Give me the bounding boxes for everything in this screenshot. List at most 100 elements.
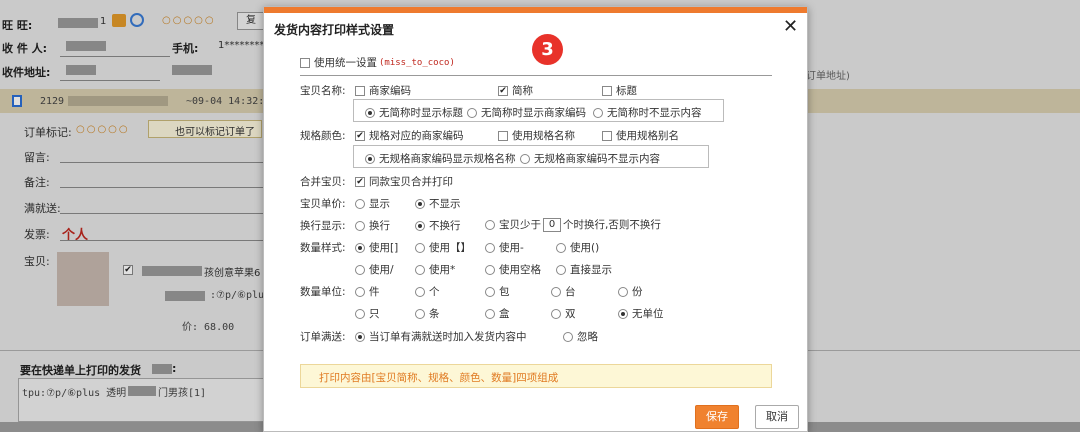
option-label: 标题 xyxy=(616,85,637,97)
option-label: 份 xyxy=(632,286,643,298)
suboption-show-merchant-code[interactable]: 无简称时显示商家编码 xyxy=(467,105,586,120)
item-name-option-title[interactable]: 标题 xyxy=(602,83,637,98)
radio-icon xyxy=(485,286,495,297)
qty-unit-none[interactable]: 无单位 xyxy=(618,306,664,321)
qty-style-label: 数量样式: xyxy=(300,242,346,254)
item-name-option-short-name[interactable]: 简称 xyxy=(498,83,533,98)
unit-price-label: 宝贝单价: xyxy=(300,198,346,210)
option-label: 盒 xyxy=(499,308,510,320)
unit-price-hide-radio[interactable]: 不显示 xyxy=(415,196,461,211)
qty-style-parens[interactable]: 使用() xyxy=(556,240,599,255)
radio-icon xyxy=(355,242,365,253)
radio-icon xyxy=(415,264,425,275)
option-label: 直接显示 xyxy=(570,264,612,276)
step-badge: 3 xyxy=(532,34,563,65)
unified-setting-checkbox[interactable]: 使用统一设置 (miss_to_coco) xyxy=(300,55,455,70)
option-label: 使用规格名称 xyxy=(512,130,575,142)
qty-unit-jian[interactable]: 件 xyxy=(355,284,380,299)
option-label: 使用[] xyxy=(369,242,399,254)
checkbox-icon xyxy=(602,130,612,141)
qty-unit-tiao[interactable]: 条 xyxy=(415,306,440,321)
qty-unit-label: 数量单位: xyxy=(300,286,346,298)
qty-style-space[interactable]: 使用空格 xyxy=(485,262,541,277)
qty-unit-ge[interactable]: 个 xyxy=(415,284,440,299)
radio-icon xyxy=(563,331,573,342)
item-name-option-merchant-code[interactable]: 商家编码 xyxy=(355,83,411,98)
option-label: 无简称时显示商家编码 xyxy=(481,107,586,119)
option-label: 不换行 xyxy=(429,220,461,232)
radio-icon xyxy=(618,308,628,319)
unified-setting-user: (miss_to_coco) xyxy=(379,57,455,68)
qty-unit-zhi[interactable]: 只 xyxy=(355,306,380,321)
qty-style-slash[interactable]: 使用/ xyxy=(355,262,394,277)
qty-unit-shuang[interactable]: 双 xyxy=(551,306,576,321)
radio-icon xyxy=(355,198,365,209)
option-label: 使用空格 xyxy=(499,264,541,276)
option-label: 当订单有满就送时加入发货内容中 xyxy=(369,331,527,343)
option-label: 条 xyxy=(429,308,440,320)
line-break-wrap-radio[interactable]: 换行 xyxy=(355,218,390,233)
qty-style-lenticular[interactable]: 使用【】 xyxy=(415,240,471,255)
qty-unit-bao[interactable]: 包 xyxy=(485,284,510,299)
option-label: 规格对应的商家编码 xyxy=(369,130,464,142)
radio-icon xyxy=(355,264,365,275)
option-label: 使用() xyxy=(570,242,600,254)
option-label: 使用【】 xyxy=(429,242,471,254)
radio-icon xyxy=(355,308,365,319)
option-label: 无单位 xyxy=(632,308,664,320)
qty-unit-fen[interactable]: 份 xyxy=(618,284,643,299)
radio-icon xyxy=(415,220,425,231)
merge-checkbox[interactable]: 同款宝贝合并打印 xyxy=(355,174,453,189)
checkbox-icon xyxy=(355,130,365,141)
option-label: 双 xyxy=(565,308,576,320)
unified-setting-label: 使用统一设置 xyxy=(314,57,377,69)
order-gift-ignore-radio[interactable]: 忽略 xyxy=(563,329,598,344)
radio-icon xyxy=(551,286,561,297)
spec-suboption-show-name[interactable]: 无规格商家编码显示规格名称 xyxy=(365,151,516,166)
radio-icon xyxy=(485,219,495,230)
option-label: 使用* xyxy=(429,264,456,276)
qty-unit-tai[interactable]: 台 xyxy=(551,284,576,299)
option-label: 换行 xyxy=(369,220,390,232)
checkbox-icon xyxy=(498,130,508,141)
qty-style-brackets[interactable]: 使用[] xyxy=(355,240,398,255)
radio-icon xyxy=(556,264,566,275)
option-label: 无简称时不显示内容 xyxy=(607,107,702,119)
line-break-nowrap-radio[interactable]: 不换行 xyxy=(415,218,461,233)
item-name-label: 宝贝名称: xyxy=(300,85,346,97)
conditional-suffix: 个时换行,否则不换行 xyxy=(563,219,661,231)
option-label: 台 xyxy=(565,286,576,298)
radio-icon xyxy=(415,242,425,253)
qty-unit-he[interactable]: 盒 xyxy=(485,306,510,321)
checkbox-icon xyxy=(498,85,508,96)
option-label: 无规格商家编码显示规格名称 xyxy=(379,153,516,165)
merge-label: 合并宝贝: xyxy=(300,176,346,188)
line-break-conditional-radio[interactable]: 宝贝少于 0 个时换行,否则不换行 xyxy=(485,217,661,232)
save-button[interactable]: 保存 xyxy=(695,405,739,429)
close-icon[interactable]: ✕ xyxy=(783,16,798,37)
suboption-show-title[interactable]: 无简称时显示标题 xyxy=(365,105,463,120)
spec-option-name[interactable]: 使用规格名称 xyxy=(498,128,575,143)
radio-icon xyxy=(415,286,425,297)
option-label: 不显示 xyxy=(429,198,461,210)
spec-option-merchant-code[interactable]: 规格对应的商家编码 xyxy=(355,128,464,143)
spec-option-alias[interactable]: 使用规格别名 xyxy=(602,128,679,143)
order-gift-include-radio[interactable]: 当订单有满就送时加入发货内容中 xyxy=(355,329,527,344)
option-label: 件 xyxy=(369,286,380,298)
option-label: 忽略 xyxy=(577,331,598,343)
radio-icon xyxy=(467,107,477,118)
option-label: 无规格商家编码不显示内容 xyxy=(534,153,660,165)
spec-suboption-show-nothing[interactable]: 无规格商家编码不显示内容 xyxy=(520,151,660,166)
item-count-input[interactable]: 0 xyxy=(543,217,561,232)
suboption-show-nothing[interactable]: 无简称时不显示内容 xyxy=(593,105,702,120)
print-content-note: 打印内容由[宝贝简称、规格、颜色、数量]四项组成 xyxy=(300,364,772,388)
dialog-title: 发货内容打印样式设置 xyxy=(274,23,395,37)
radio-icon xyxy=(485,264,495,275)
line-break-label: 换行显示: xyxy=(300,220,346,232)
qty-style-asterisk[interactable]: 使用* xyxy=(415,262,455,277)
unit-price-show-radio[interactable]: 显示 xyxy=(355,196,390,211)
qty-style-dash[interactable]: 使用- xyxy=(485,240,524,255)
cancel-button[interactable]: 取消 xyxy=(755,405,799,429)
qty-style-direct[interactable]: 直接显示 xyxy=(556,262,612,277)
radio-icon xyxy=(551,308,561,319)
